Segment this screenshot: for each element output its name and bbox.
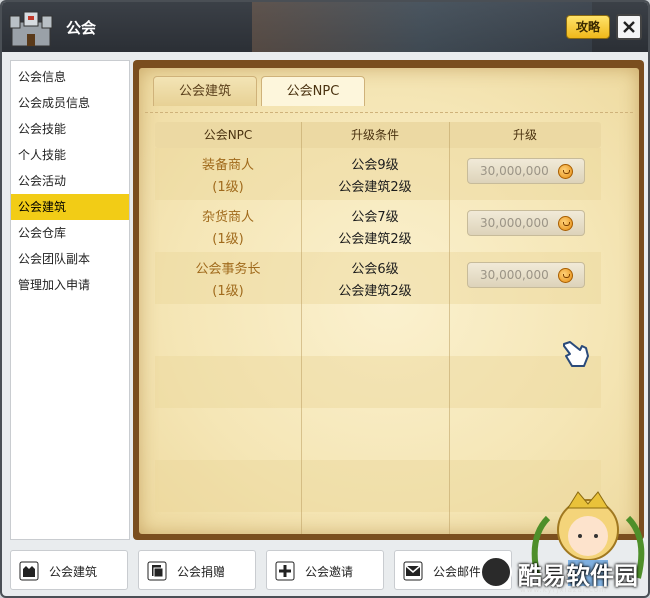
tab-guild-building[interactable]: 公会建筑 — [153, 76, 257, 106]
upgrade-cost: 30,000,000 — [480, 268, 549, 282]
upgrade-button[interactable]: 30,000,000 — [467, 158, 585, 184]
bottom-button-label: 公会建筑 — [49, 565, 98, 579]
parchment-panel: 公会建筑 公会NPC 装备商人 (1级) 公会9级 公会建筑2级 30,000,… — [139, 68, 639, 534]
sidebar-item-guild-skills[interactable]: 公会技能 — [11, 116, 129, 142]
watermark-url: www.kyrjxiazai.com — [520, 586, 607, 594]
guild-sidebar: 公会信息 公会成员信息 公会技能 个人技能 公会活动 公会建筑 公会仓库 公会团… — [10, 60, 130, 540]
table-header: 公会NPC 升级条件 升级 — [155, 122, 601, 148]
npc-level: (1级) — [212, 232, 244, 247]
tab-divider — [145, 112, 633, 113]
guild-donate-button[interactable]: 公会捐赠 — [138, 550, 256, 590]
npc-name: 装备商人 — [201, 158, 254, 173]
upgrade-cost: 30,000,000 — [480, 216, 549, 230]
condition-guild-level: 公会7级 — [351, 210, 399, 225]
table-row: 公会事务长 (1级) 公会6级 公会建筑2级 30,000,000 — [155, 252, 601, 304]
table-row: 装备商人 (1级) 公会9级 公会建筑2级 30,000,000 — [155, 148, 601, 200]
donate-icon — [147, 561, 167, 581]
column-divider — [301, 122, 302, 534]
condition-building-level: 公会建筑2级 — [338, 232, 412, 247]
window-title: 公会 — [66, 19, 97, 37]
bottom-button-label: 公会邮件 — [433, 565, 482, 579]
title-bar: 公会 攻略 — [2, 2, 648, 52]
close-button[interactable] — [616, 14, 642, 40]
sidebar-item-guild-storage[interactable]: 公会仓库 — [11, 220, 129, 246]
sidebar-item-guild-raid[interactable]: 公会团队副本 — [11, 246, 129, 272]
hand-cursor-icon — [563, 341, 589, 367]
bottom-button-label: 公会邀请 — [305, 565, 354, 579]
sidebar-item-guild-building[interactable]: 公会建筑 — [11, 194, 129, 220]
sidebar-item-guild-events[interactable]: 公会活动 — [11, 168, 129, 194]
npc-level: (1级) — [212, 284, 244, 299]
column-header-condition: 升级条件 — [350, 128, 399, 142]
meso-coin-icon — [558, 268, 573, 283]
table-row-empty — [155, 304, 601, 356]
site-watermark: 酷易软件园 www.kyrjxiazai.com — [480, 552, 648, 596]
plus-icon — [275, 561, 295, 581]
castle-icon — [9, 11, 53, 47]
sidebar-item-guild-info[interactable]: 公会信息 — [11, 64, 129, 90]
k-logo-icon — [480, 556, 512, 588]
table-row: 杂货商人 (1级) 公会7级 公会建筑2级 30,000,000 — [155, 200, 601, 252]
npc-name: 杂货商人 — [201, 210, 254, 225]
title-background-art — [252, 2, 592, 52]
sidebar-item-member-info[interactable]: 公会成员信息 — [11, 90, 129, 116]
main-panel: 公会建筑 公会NPC 装备商人 (1级) 公会9级 公会建筑2级 30,000,… — [133, 60, 644, 540]
guild-window: 公会 攻略 公会信息 公会成员信息 公会技能 个人技能 公会活动 公会建筑 公会… — [0, 0, 650, 598]
bottom-button-label: 公会捐赠 — [177, 565, 226, 579]
meso-coin-icon — [558, 216, 573, 231]
column-header-upgrade: 升级 — [512, 128, 537, 142]
condition-guild-level: 公会6级 — [351, 262, 399, 277]
upgrade-cost: 30,000,000 — [480, 164, 549, 178]
mail-icon — [403, 561, 423, 581]
building-icon — [19, 561, 39, 581]
upgrade-button[interactable]: 30,000,000 — [467, 262, 585, 288]
close-icon — [623, 21, 635, 33]
condition-guild-level: 公会9级 — [351, 158, 399, 173]
condition-building-level: 公会建筑2级 — [338, 284, 412, 299]
npc-name: 公会事务长 — [195, 262, 261, 277]
table-row-empty — [155, 408, 601, 460]
guide-button[interactable]: 攻略 — [566, 15, 610, 39]
meso-coin-icon — [558, 164, 573, 179]
guild-invite-button[interactable]: 公会邀请 — [266, 550, 384, 590]
guild-building-button[interactable]: 公会建筑 — [10, 550, 128, 590]
upgrade-button[interactable]: 30,000,000 — [467, 210, 585, 236]
column-header-npc: 公会NPC — [203, 128, 253, 142]
column-divider — [449, 122, 450, 534]
sidebar-item-join-requests[interactable]: 管理加入申请 — [11, 272, 129, 298]
sidebar-item-personal-skills[interactable]: 个人技能 — [11, 142, 129, 168]
table-row-empty — [155, 356, 601, 408]
condition-building-level: 公会建筑2级 — [338, 180, 412, 195]
npc-level: (1级) — [212, 180, 244, 195]
tab-guild-npc[interactable]: 公会NPC — [261, 76, 365, 106]
